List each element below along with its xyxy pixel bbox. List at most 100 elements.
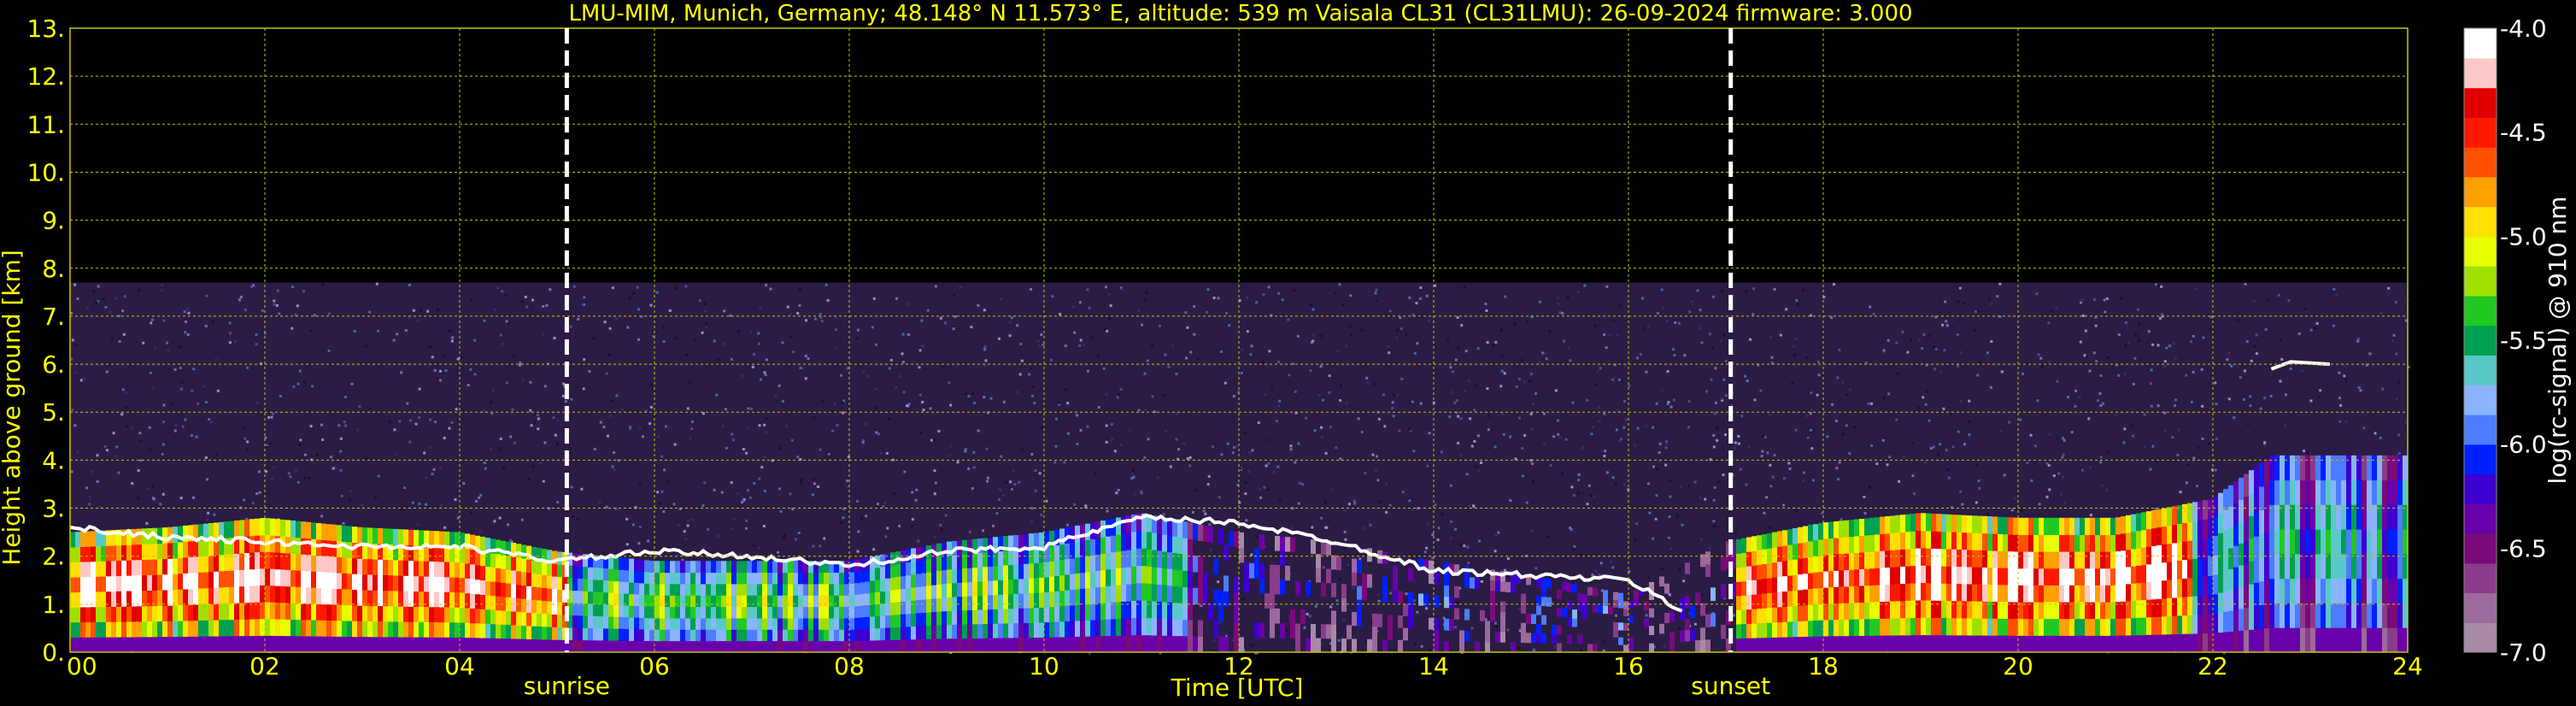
noise-speck	[1538, 300, 1541, 303]
noise-speck	[1668, 515, 1671, 518]
noise-speck	[1463, 389, 1466, 392]
backscatter-cell	[306, 603, 311, 621]
backscatter-cell	[1859, 619, 1864, 636]
noise-speck	[977, 429, 980, 432]
backscatter-cell	[1147, 600, 1152, 619]
backscatter-cell	[121, 560, 126, 576]
noise-speck	[537, 417, 540, 421]
noise-speck	[2062, 475, 2065, 479]
noise-speck	[1212, 297, 1216, 300]
backscatter-cell	[726, 561, 731, 574]
backscatter-cell	[1782, 575, 1787, 592]
backscatter-cell	[542, 600, 547, 615]
backscatter-cell	[1172, 635, 1177, 653]
backscatter-cell	[1859, 602, 1864, 620]
noise-speck	[1746, 379, 1749, 383]
backscatter-cell	[572, 565, 578, 579]
backscatter-cell	[1049, 561, 1054, 577]
noise-speck	[83, 377, 86, 380]
backscatter-cell	[1813, 556, 1818, 573]
noise-speck	[1241, 348, 1244, 351]
noise-speck	[98, 505, 102, 509]
noise-speck	[1449, 537, 1452, 540]
backscatter-cell	[1746, 566, 1752, 581]
noise-speck	[1802, 288, 1804, 291]
backscatter-cell	[162, 574, 167, 591]
backscatter-cell	[1321, 582, 1326, 597]
backscatter-cell	[839, 606, 844, 619]
backscatter-cell	[1044, 607, 1049, 623]
backscatter-cell	[1182, 586, 1188, 604]
noise-speck	[291, 285, 294, 289]
noise-speck	[1655, 494, 1658, 497]
noise-speck	[1259, 496, 1263, 499]
noise-speck	[2137, 308, 2139, 311]
noise-speck	[1761, 450, 1764, 453]
noise-speck	[1005, 480, 1008, 484]
noise-speck	[255, 401, 259, 404]
noise-speck	[2315, 321, 2319, 325]
backscatter-cell	[490, 567, 496, 582]
noise-speck	[96, 480, 99, 483]
backscatter-cell	[214, 571, 219, 588]
backscatter-cell	[593, 639, 598, 653]
noise-speck	[926, 309, 930, 312]
noise-speck	[730, 481, 733, 484]
backscatter-cell	[111, 575, 116, 592]
backscatter-cell	[70, 577, 75, 593]
backscatter-cell	[1736, 595, 1741, 610]
noise-speck	[781, 341, 784, 344]
noise-speck	[2280, 338, 2283, 342]
backscatter-cell	[260, 518, 265, 536]
noise-speck	[723, 342, 726, 345]
noise-speck	[1598, 420, 1601, 423]
noise-speck	[1530, 427, 1534, 431]
noise-speck	[1308, 615, 1311, 618]
noise-speck	[2172, 342, 2175, 345]
noise-speck	[934, 535, 937, 538]
backscatter-cell	[219, 570, 224, 588]
noise-speck	[149, 448, 152, 451]
noise-speck	[602, 550, 605, 554]
backscatter-cell	[613, 616, 619, 629]
noise-speck	[179, 345, 182, 349]
backscatter-cell	[1085, 539, 1090, 556]
noise-speck	[804, 355, 807, 358]
backscatter-cell	[793, 584, 798, 596]
backscatter-cell	[1618, 637, 1623, 645]
noise-speck	[1975, 462, 1979, 466]
backscatter-cell	[670, 584, 675, 596]
noise-speck	[799, 367, 802, 370]
backscatter-cell	[1162, 618, 1167, 636]
backscatter-cell	[429, 531, 434, 547]
noise-speck	[520, 300, 524, 303]
noise-speck	[412, 309, 415, 312]
backscatter-cell	[911, 613, 916, 627]
backscatter-cell	[393, 606, 398, 622]
noise-speck	[161, 452, 164, 456]
noise-speck	[1105, 393, 1108, 397]
backscatter-cell	[742, 618, 747, 630]
backscatter-cell	[634, 628, 639, 641]
noise-speck	[162, 421, 165, 424]
noise-speck	[1249, 353, 1253, 356]
backscatter-cell	[1885, 584, 1890, 602]
backscatter-cell	[152, 590, 157, 607]
backscatter-cell	[1762, 563, 1767, 580]
backscatter-cell	[885, 578, 890, 591]
noise-speck	[1334, 291, 1337, 295]
noise-speck	[1666, 370, 1669, 373]
noise-speck	[1968, 420, 1971, 423]
backscatter-cell	[639, 617, 644, 630]
noise-speck	[731, 527, 734, 531]
backscatter-cell	[96, 545, 101, 562]
noise-speck	[662, 326, 665, 329]
backscatter-cell	[547, 575, 552, 589]
backscatter-cell	[957, 568, 962, 583]
backscatter-cell	[193, 572, 198, 589]
backscatter-cell	[1039, 592, 1044, 608]
backscatter-cell	[296, 619, 301, 637]
noise-speck	[731, 432, 734, 436]
backscatter-cell	[142, 605, 147, 622]
noise-speck	[813, 416, 816, 420]
